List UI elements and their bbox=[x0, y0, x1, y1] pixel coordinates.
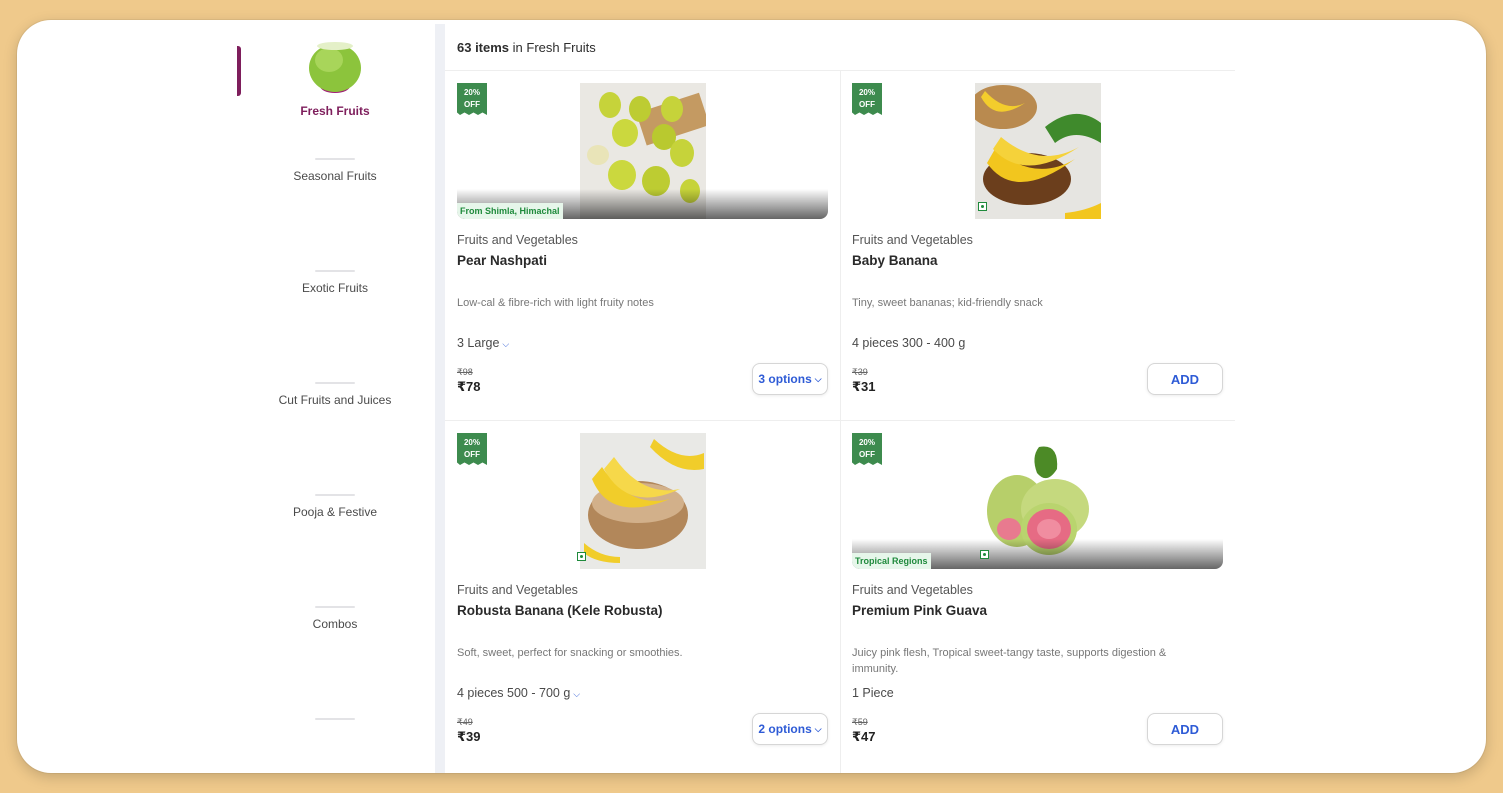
origin-tag: Tropical Regions bbox=[852, 553, 931, 569]
baby-banana-image bbox=[974, 83, 1101, 219]
product-category: Fruits and Vegetables bbox=[457, 583, 578, 597]
add-button[interactable]: ADD bbox=[1147, 713, 1223, 745]
selling-price: ₹39 bbox=[457, 729, 481, 744]
item-count: 63 items in Fresh Fruits bbox=[457, 40, 596, 55]
product-card-robusta-banana[interactable]: 20% OFF Fruits and Vegetables Robusta Ban… bbox=[445, 421, 840, 771]
product-name[interactable]: Premium Pink Guava bbox=[852, 603, 987, 618]
selling-price: ₹31 bbox=[852, 379, 876, 394]
product-category: Fruits and Vegetables bbox=[457, 233, 578, 247]
options-button[interactable]: 3 options ⌵ bbox=[752, 363, 828, 395]
product-card-baby-banana[interactable]: 20% OFF Fruits and Vegetables Baby Banana… bbox=[840, 71, 1235, 421]
app-frame: Fresh Fruits Seasonal Fruits Exotic Frui… bbox=[17, 20, 1486, 773]
product-description: Soft, sweet, perfect for snacking or smo… bbox=[457, 647, 683, 659]
chevron-down-icon: ⌵ bbox=[502, 339, 510, 349]
sidebar-divider bbox=[435, 24, 445, 773]
quantity-label: 1 Piece bbox=[852, 686, 894, 700]
product-image[interactable] bbox=[457, 433, 828, 569]
robusta-banana-image bbox=[579, 433, 706, 569]
mrp-price: ₹98 bbox=[457, 367, 473, 377]
discount-badge: 20% OFF bbox=[457, 433, 487, 465]
veg-mark-icon bbox=[577, 552, 586, 561]
product-description: Tiny, sweet bananas; kid-friendly snack bbox=[852, 297, 1043, 309]
product-description: Juicy pink flesh, Tropical sweet-tangy t… bbox=[852, 647, 1167, 675]
product-category: Fruits and Vegetables bbox=[852, 233, 973, 247]
category-sidebar: Fresh Fruits Seasonal Fruits Exotic Frui… bbox=[237, 20, 433, 773]
product-image[interactable] bbox=[852, 83, 1223, 219]
chevron-down-icon: ⌵ bbox=[573, 689, 581, 699]
product-card-pear[interactable]: From Shimla, Himachal 20% OFF Fruits and … bbox=[445, 71, 840, 421]
mrp-price: ₹49 bbox=[457, 717, 473, 727]
product-card-pink-guava[interactable]: Tropical Regions 20% OFF Fruits and Veget… bbox=[840, 421, 1235, 771]
product-listing: 63 items in Fresh Fruits From Shimla, Hi… bbox=[445, 20, 1235, 773]
sidebar-item-grocery-bag[interactable] bbox=[237, 580, 433, 720]
chevron-down-icon: ⌵ bbox=[814, 373, 822, 384]
sidebar-item-exotic-fruits[interactable]: Exotic Fruits bbox=[237, 132, 433, 295]
discount-badge: 20% OFF bbox=[852, 433, 882, 465]
sidebar-item-combos[interactable]: Combos bbox=[237, 468, 433, 631]
mrp-price: ₹59 bbox=[852, 717, 868, 727]
discount-badge: 20% OFF bbox=[852, 83, 882, 115]
discount-badge: 20% OFF bbox=[457, 83, 487, 115]
selling-price: ₹47 bbox=[852, 729, 876, 744]
product-name[interactable]: Pear Nashpati bbox=[457, 253, 547, 268]
veg-mark-icon bbox=[978, 202, 987, 211]
mrp-price: ₹39 bbox=[852, 367, 868, 377]
quantity-selector[interactable]: 3 Large ⌵ bbox=[457, 336, 509, 350]
product-image[interactable]: From Shimla, Himachal bbox=[457, 83, 828, 219]
product-image[interactable]: Tropical Regions bbox=[852, 433, 1223, 569]
veg-mark-icon bbox=[980, 550, 989, 559]
sidebar-item-seasonal-fruits[interactable]: Seasonal Fruits bbox=[237, 20, 433, 183]
product-name[interactable]: Baby Banana bbox=[852, 253, 938, 268]
quantity-label: 4 pieces 300 - 400 g bbox=[852, 336, 966, 350]
origin-tag: From Shimla, Himachal bbox=[457, 203, 563, 219]
options-button[interactable]: 2 options ⌵ bbox=[752, 713, 828, 745]
quantity-selector[interactable]: 4 pieces 500 - 700 g ⌵ bbox=[457, 686, 580, 700]
product-description: Low-cal & fibre-rich with light fruity n… bbox=[457, 297, 654, 309]
selling-price: ₹78 bbox=[457, 379, 481, 394]
chevron-down-icon: ⌵ bbox=[814, 723, 822, 734]
add-button[interactable]: ADD bbox=[1147, 363, 1223, 395]
grocery-bag-icon bbox=[315, 718, 355, 720]
sidebar-item-cut-fruits-juices[interactable]: Cut Fruits and Juices bbox=[237, 244, 433, 407]
sidebar-item-pooja-festive[interactable]: Pooja & Festive bbox=[237, 356, 433, 519]
product-name[interactable]: Robusta Banana (Kele Robusta) bbox=[457, 603, 663, 618]
product-category: Fruits and Vegetables bbox=[852, 583, 973, 597]
